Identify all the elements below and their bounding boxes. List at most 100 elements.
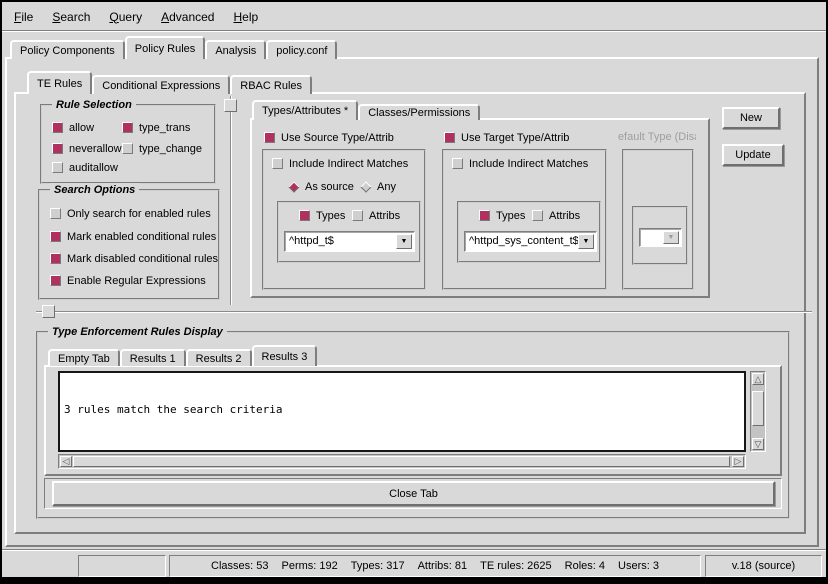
tab-results-3[interactable]: Results 3	[252, 345, 318, 366]
status-stat: TE rules: 2625	[480, 560, 552, 572]
menu-help[interactable]: Help	[233, 10, 258, 24]
checkbox-source-attribs-label: Attribs	[369, 210, 400, 222]
tab-results-2[interactable]: Results 2	[186, 349, 252, 366]
tab-rbac-rules[interactable]: RBAC Rules	[230, 75, 312, 94]
checkbox-use-target[interactable]	[444, 132, 455, 143]
types-tabbar: Types/Attributes * Classes/Permissions	[252, 100, 480, 120]
target-type-combobox[interactable]: ^httpd_sys_content_t$ ▼	[464, 231, 597, 252]
radio-row-as-source: As source	[288, 180, 354, 193]
version-text: v.18 (source)	[732, 560, 795, 572]
checkbox-use-source[interactable]	[264, 132, 275, 143]
tab-policy-conf[interactable]: policy.conf	[266, 40, 337, 59]
rules-tabbar: TE Rules Conditional Expressions RBAC Ru…	[27, 71, 312, 94]
tab-te-rules[interactable]: TE Rules	[27, 71, 92, 94]
checkbox-row-allow: allow	[52, 121, 94, 134]
menu-search[interactable]: Search	[52, 10, 90, 24]
default-combo-dropdown-icon: ▼	[663, 231, 679, 244]
checkbox-use-target-label: Use Target Type/Attrib	[461, 132, 569, 144]
checkbox-only-enabled-rules[interactable]	[50, 208, 61, 219]
tab-label: Conditional Expressions	[102, 80, 220, 92]
horizontal-sash[interactable]	[36, 311, 812, 313]
checkbox-allow-label: allow	[69, 122, 94, 134]
radio-any[interactable]	[360, 181, 371, 192]
tab-label: Empty Tab	[58, 353, 110, 365]
close-tab-button[interactable]: Close Tab	[52, 481, 775, 506]
window-border-bottom	[0, 577, 828, 584]
menu-advanced[interactable]: Advanced	[161, 10, 214, 24]
results-display-title: Type Enforcement Rules Display	[48, 325, 227, 339]
checkbox-mark-enabled[interactable]	[50, 231, 61, 242]
tab-label: Analysis	[215, 45, 256, 57]
checkbox-target-types-label: Types	[496, 210, 525, 222]
checkbox-row-use-source: Use Source Type/Attrib	[264, 131, 394, 144]
checkbox-type-trans[interactable]	[122, 122, 133, 133]
hscroll-thumb[interactable]	[73, 456, 730, 467]
tab-label: Classes/Permissions	[368, 107, 470, 119]
radio-as-source[interactable]	[288, 181, 299, 192]
checkbox-mark-enabled-label: Mark enabled conditional rules	[67, 231, 216, 243]
tab-types-attributes[interactable]: Types/Attributes *	[252, 100, 358, 120]
checkbox-neverallow-label: neverallow	[69, 143, 122, 155]
checkbox-row-neverallow: neverallow	[52, 142, 122, 155]
tab-classes-permissions[interactable]: Classes/Permissions	[358, 104, 480, 120]
app-window: File Search Query Advanced Help Policy C…	[0, 0, 828, 584]
checkbox-auditallow[interactable]	[52, 162, 63, 173]
checkbox-row-source-indirect: Include Indirect Matches	[272, 157, 408, 170]
horizontal-sash-handle[interactable]	[42, 305, 55, 318]
results-hscrollbar[interactable]: ◁ ▷	[58, 454, 746, 469]
checkbox-mark-disabled-label: Mark disabled conditional rules	[67, 253, 218, 265]
tab-results-1[interactable]: Results 1	[120, 349, 186, 366]
checkbox-type-change[interactable]	[122, 143, 133, 154]
checkbox-target-attribs[interactable]	[532, 210, 543, 221]
checkbox-mark-disabled[interactable]	[50, 253, 61, 264]
checkbox-use-source-label: Use Source Type/Attrib	[281, 132, 394, 144]
checkbox-target-indirect[interactable]	[452, 158, 463, 169]
update-button[interactable]: Update	[722, 144, 784, 166]
checkbox-target-types[interactable]	[479, 210, 490, 221]
statusbar-separator	[2, 549, 826, 551]
scroll-up-icon[interactable]: △	[752, 373, 764, 385]
checkbox-row-use-target: Use Target Type/Attrib	[444, 131, 569, 144]
menu-query[interactable]: Query	[109, 10, 142, 24]
status-stat: Perms: 192	[282, 560, 338, 572]
scroll-right-icon[interactable]: ▷	[732, 456, 744, 467]
vscroll-thumb[interactable]	[752, 391, 764, 426]
status-stat: Users: 3	[618, 560, 659, 572]
tab-policy-rules[interactable]: Policy Rules	[125, 36, 206, 59]
status-stat: Attribs: 81	[418, 560, 468, 572]
checkbox-neverallow[interactable]	[52, 143, 63, 154]
checkbox-type-change-label: type_change	[139, 143, 202, 155]
checkbox-target-attribs-label: Attribs	[549, 210, 580, 222]
status-message-panel	[78, 555, 166, 577]
checkbox-source-indirect-label: Include Indirect Matches	[289, 158, 408, 170]
search-options-title: Search Options	[50, 183, 139, 197]
checkbox-source-indirect[interactable]	[272, 158, 283, 169]
checkbox-row-source-types: Types	[299, 209, 345, 222]
checkbox-allow[interactable]	[52, 122, 63, 133]
vertical-sash-handle[interactable]	[224, 99, 237, 112]
source-combo-dropdown-icon[interactable]: ▼	[396, 234, 412, 249]
tab-analysis[interactable]: Analysis	[205, 40, 266, 59]
target-combo-dropdown-icon[interactable]: ▼	[578, 234, 594, 249]
checkbox-source-attribs[interactable]	[352, 210, 363, 221]
tab-empty-tab[interactable]: Empty Tab	[48, 349, 120, 366]
source-type-combobox[interactable]: ^httpd_t$ ▼	[284, 231, 415, 252]
tab-conditional-expressions[interactable]: Conditional Expressions	[92, 75, 230, 94]
vertical-sash[interactable]	[230, 96, 232, 305]
results-text[interactable]: 3 rules match the search criteria (5822)…	[58, 371, 746, 452]
menu-file[interactable]: File	[14, 10, 33, 24]
radio-any-label: Any	[377, 181, 396, 193]
rule-selection-title: Rule Selection	[52, 98, 136, 112]
tab-label: Policy Components	[20, 45, 115, 57]
checkbox-row-source-attribs: Attribs	[352, 209, 400, 222]
scroll-down-icon[interactable]: ▽	[752, 438, 764, 450]
default-type-label-text: Default Type (Disabled)	[618, 131, 696, 143]
checkbox-row-target-attribs: Attribs	[532, 209, 580, 222]
scroll-left-icon[interactable]: ◁	[60, 456, 72, 467]
results-vscrollbar[interactable]: △ ▽	[750, 371, 766, 452]
tab-policy-components[interactable]: Policy Components	[10, 40, 125, 59]
checkbox-source-types[interactable]	[299, 210, 310, 221]
checkbox-enable-regex[interactable]	[50, 275, 61, 286]
radio-as-source-label: As source	[305, 181, 354, 193]
new-button[interactable]: New	[722, 107, 780, 129]
